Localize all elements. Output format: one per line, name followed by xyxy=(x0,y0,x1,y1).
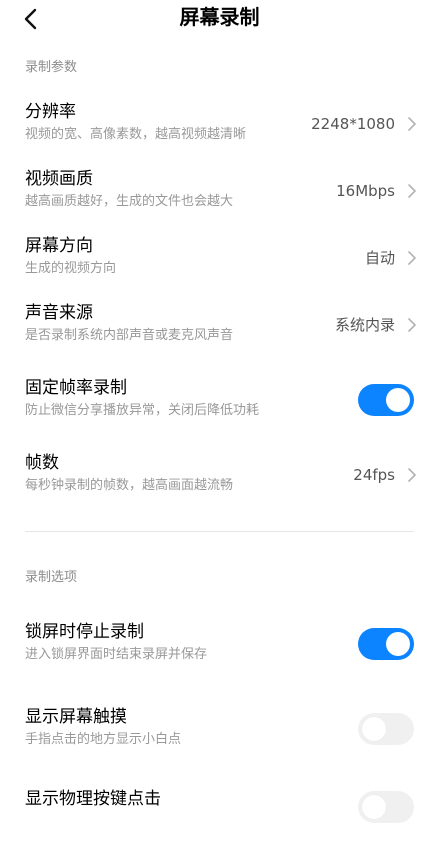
setting-title: 显示物理按键点击 xyxy=(25,789,161,809)
setting-row-show-key-presses: 显示物理按键点击 xyxy=(0,787,439,847)
setting-value: 16Mbps xyxy=(336,182,395,200)
setting-row-sound-source[interactable]: 声音来源 是否录制系统内部声音或麦克风声音 系统内录 xyxy=(0,301,439,361)
setting-subtitle: 是否录制系统内部声音或麦克风声音 xyxy=(25,328,234,343)
setting-row-fixed-frame-rate: 固定帧率录制 防止微信分享播放异常，关闭后降低功耗 xyxy=(0,376,439,436)
fixed-frame-rate-toggle[interactable] xyxy=(358,384,414,416)
setting-subtitle: 越高画质越好，生成的文件也会越大 xyxy=(25,194,234,209)
setting-subtitle: 进入锁屏界面时结束录屏并保存 xyxy=(25,647,208,662)
setting-value: 系统内录 xyxy=(334,316,395,334)
chevron-right-icon xyxy=(407,468,417,482)
setting-value: 2248*1080 xyxy=(311,115,395,133)
setting-title: 分辨率 xyxy=(25,102,76,122)
show-touches-toggle[interactable] xyxy=(358,713,414,745)
setting-row-video-quality[interactable]: 视频画质 越高画质越好，生成的文件也会越大 16Mbps xyxy=(0,167,439,227)
setting-value: 24fps xyxy=(353,466,395,484)
page-title: 屏幕录制 xyxy=(179,5,260,29)
section-label-record-params: 录制参数 xyxy=(25,60,78,75)
setting-title: 显示屏幕触摸 xyxy=(25,707,127,727)
setting-title: 屏幕方向 xyxy=(25,236,93,256)
setting-row-screen-orientation[interactable]: 屏幕方向 生成的视频方向 自动 xyxy=(0,234,439,294)
setting-subtitle: 每秒钟录制的帧数，越高画面越流畅 xyxy=(25,478,234,493)
setting-row-resolution[interactable]: 分辨率 视频的宽、高像素数，越高视频越清晰 2248*1080 xyxy=(0,100,439,160)
section-label-record-options: 录制选项 xyxy=(25,570,78,585)
setting-title: 声音来源 xyxy=(25,303,93,323)
toggle-knob xyxy=(362,717,386,741)
setting-subtitle: 生成的视频方向 xyxy=(25,261,117,276)
setting-row-frame-count[interactable]: 帧数 每秒钟录制的帧数，越高画面越流畅 24fps xyxy=(0,451,439,511)
setting-subtitle: 手指点击的地方显示小白点 xyxy=(25,732,182,747)
setting-row-stop-on-lock: 锁屏时停止录制 进入锁屏界面时结束录屏并保存 xyxy=(0,620,439,680)
header-bar: 屏幕录制 xyxy=(0,0,439,40)
stop-on-lock-toggle[interactable] xyxy=(358,628,414,660)
setting-title: 帧数 xyxy=(25,453,59,473)
chevron-right-icon xyxy=(407,117,417,131)
setting-subtitle: 防止微信分享播放异常，关闭后降低功耗 xyxy=(25,403,260,418)
chevron-right-icon xyxy=(407,184,417,198)
setting-subtitle: 视频的宽、高像素数，越高视频越清晰 xyxy=(25,127,247,142)
toggle-knob xyxy=(386,388,410,412)
setting-title: 固定帧率录制 xyxy=(25,378,127,398)
chevron-right-icon xyxy=(407,318,417,332)
toggle-knob xyxy=(362,795,386,819)
section-divider xyxy=(25,531,414,532)
setting-value: 自动 xyxy=(364,249,395,267)
chevron-right-icon xyxy=(407,251,417,265)
setting-row-show-touches: 显示屏幕触摸 手指点击的地方显示小白点 xyxy=(0,705,439,765)
toggle-knob xyxy=(386,632,410,656)
setting-title: 视频画质 xyxy=(25,169,93,189)
show-key-presses-toggle[interactable] xyxy=(358,791,414,823)
setting-title: 锁屏时停止录制 xyxy=(25,622,144,642)
